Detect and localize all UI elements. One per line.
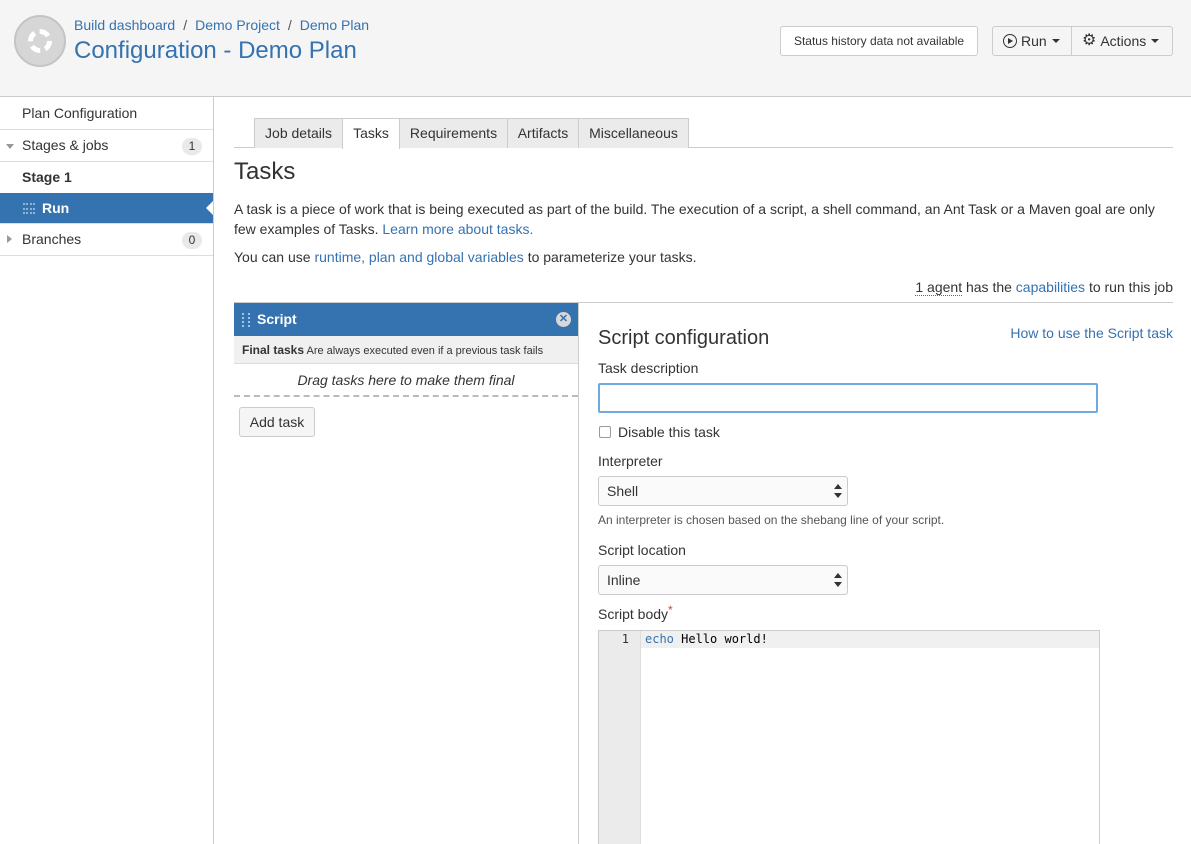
sidebar-item-label: Plan Configuration — [22, 105, 138, 121]
sidebar-item-plan-configuration[interactable]: Plan Configuration — [0, 97, 213, 130]
tab-miscellaneous[interactable]: Miscellaneous — [578, 118, 689, 148]
breadcrumb-demo-plan[interactable]: Demo Plan — [300, 17, 369, 33]
task-name: Script — [257, 311, 297, 327]
editor-gutter: 1 — [599, 631, 641, 844]
sidebar-item-stage[interactable]: Stage 1 — [0, 162, 213, 193]
tab-job-details[interactable]: Job details — [254, 118, 343, 148]
select-arrows-icon — [834, 484, 842, 498]
add-task-button[interactable]: Add task — [239, 407, 315, 437]
actions-button[interactable]: ⚙ Actions — [1072, 26, 1173, 56]
agent-suffix: to run this job — [1085, 279, 1173, 295]
sidebar: Plan Configuration Stages & jobs 1 Stage… — [0, 97, 214, 844]
interpreter-select[interactable]: Shell — [598, 476, 848, 506]
vars-prefix: You can use — [234, 249, 315, 265]
chevron-down-icon — [1151, 39, 1160, 43]
capabilities-link[interactable]: capabilities — [1016, 279, 1085, 295]
chevron-down-icon — [1051, 39, 1060, 43]
remove-icon[interactable]: ✕ — [556, 312, 571, 327]
final-tasks-header: Final tasks Are always executed even if … — [234, 336, 578, 364]
script-location-select[interactable]: Inline — [598, 565, 848, 595]
page-title[interactable]: Configuration - Demo Plan — [74, 37, 357, 65]
actions-label: Actions — [1100, 33, 1147, 49]
config-tabs: Job details Tasks Requirements Artifacts… — [234, 118, 1173, 149]
section-heading: Tasks — [234, 158, 296, 185]
task-description-label: Task description — [598, 360, 699, 376]
sidebar-item-label: Stages & jobs — [22, 137, 109, 153]
config-title: Script configuration — [598, 327, 770, 349]
variables-link[interactable]: runtime, plan and global variables — [314, 249, 523, 265]
breadcrumb-separator: / — [183, 17, 188, 33]
intro-paragraph: A task is a piece of work that is being … — [234, 199, 1174, 239]
breadcrumb-build-dashboard[interactable]: Build dashboard — [74, 17, 175, 33]
script-body-label: Script body* — [598, 603, 673, 622]
script-location-label: Script location — [598, 542, 686, 558]
stages-count-badge: 1 — [182, 138, 202, 155]
code-text: Hello world! — [673, 632, 768, 646]
header-button-group: Run ⚙ Actions — [992, 26, 1173, 56]
expand-triangle-icon[interactable] — [7, 235, 12, 243]
agent-count[interactable]: 1 agent — [915, 279, 963, 296]
run-label: Run — [1021, 33, 1047, 49]
expand-triangle-icon[interactable] — [6, 144, 14, 149]
tab-artifacts[interactable]: Artifacts — [507, 118, 579, 148]
script-body-label-text: Script body — [598, 606, 669, 622]
branches-count-badge: 0 — [182, 232, 202, 249]
vars-suffix: to parameterize your tasks. — [523, 249, 697, 265]
code-keyword: echo — [645, 632, 674, 646]
bamboo-logo[interactable] — [14, 15, 66, 67]
drag-handle-icon[interactable] — [242, 313, 250, 327]
agent-capabilities-line: 1 agent has the capabilities to run this… — [915, 279, 1173, 296]
task-list: Script ✕ Final tasks Are always executed… — [234, 303, 579, 844]
sidebar-item-label: Run — [42, 200, 70, 216]
required-mark: * — [668, 603, 673, 617]
select-arrows-icon — [834, 573, 842, 587]
interpreter-label: Interpreter — [598, 453, 663, 469]
intro-text: A task is a piece of work that is being … — [234, 201, 1155, 237]
script-help-link[interactable]: How to use the Script task — [1010, 325, 1173, 341]
variables-paragraph: You can use runtime, plan and global var… — [234, 249, 697, 265]
disable-task-label[interactable]: Disable this task — [618, 424, 720, 440]
task-description-input[interactable] — [598, 383, 1098, 413]
tab-requirements[interactable]: Requirements — [399, 118, 508, 148]
learn-more-link[interactable]: Learn more about tasks. — [382, 221, 533, 237]
tab-tasks[interactable]: Tasks — [342, 118, 400, 149]
breadcrumb-demo-project[interactable]: Demo Project — [195, 17, 280, 33]
play-icon — [1003, 34, 1017, 48]
interpreter-help: An interpreter is chosen based on the sh… — [598, 513, 945, 527]
breadcrumb: Build dashboard / Demo Project / Demo Plan — [74, 17, 369, 33]
breadcrumb-separator: / — [287, 17, 292, 33]
code-line[interactable]: echo Hello world! — [645, 632, 768, 646]
gear-icon: ⚙ — [1082, 32, 1097, 49]
script-location-value: Inline — [607, 572, 641, 588]
sidebar-item-stages-jobs[interactable]: Stages & jobs 1 — [0, 130, 213, 162]
drag-handle-icon[interactable] — [23, 203, 35, 214]
disable-task-checkbox[interactable] — [599, 426, 611, 438]
final-tasks-description: Are always executed even if a previous t… — [306, 345, 544, 357]
status-history-box: Status history data not available — [780, 26, 978, 56]
line-number: 1 — [621, 632, 629, 646]
final-tasks-label: Final tasks — [242, 343, 305, 357]
run-button[interactable]: Run — [992, 26, 1072, 56]
task-item-script[interactable]: Script ✕ — [234, 303, 578, 336]
final-tasks-dropzone[interactable]: Drag tasks here to make them final — [234, 364, 578, 397]
sidebar-item-label: Branches — [22, 231, 82, 247]
page-header: Build dashboard / Demo Project / Demo Plan C… — [0, 0, 1191, 97]
sidebar-item-label: Stage 1 — [22, 169, 72, 185]
agent-mid: has the — [962, 279, 1016, 295]
sidebar-item-branches[interactable]: Branches 0 — [0, 224, 213, 256]
interpreter-value: Shell — [607, 483, 639, 499]
sidebar-item-job-run[interactable]: Run — [0, 193, 213, 224]
script-body-editor[interactable]: 1 echo Hello world! — [598, 630, 1100, 844]
